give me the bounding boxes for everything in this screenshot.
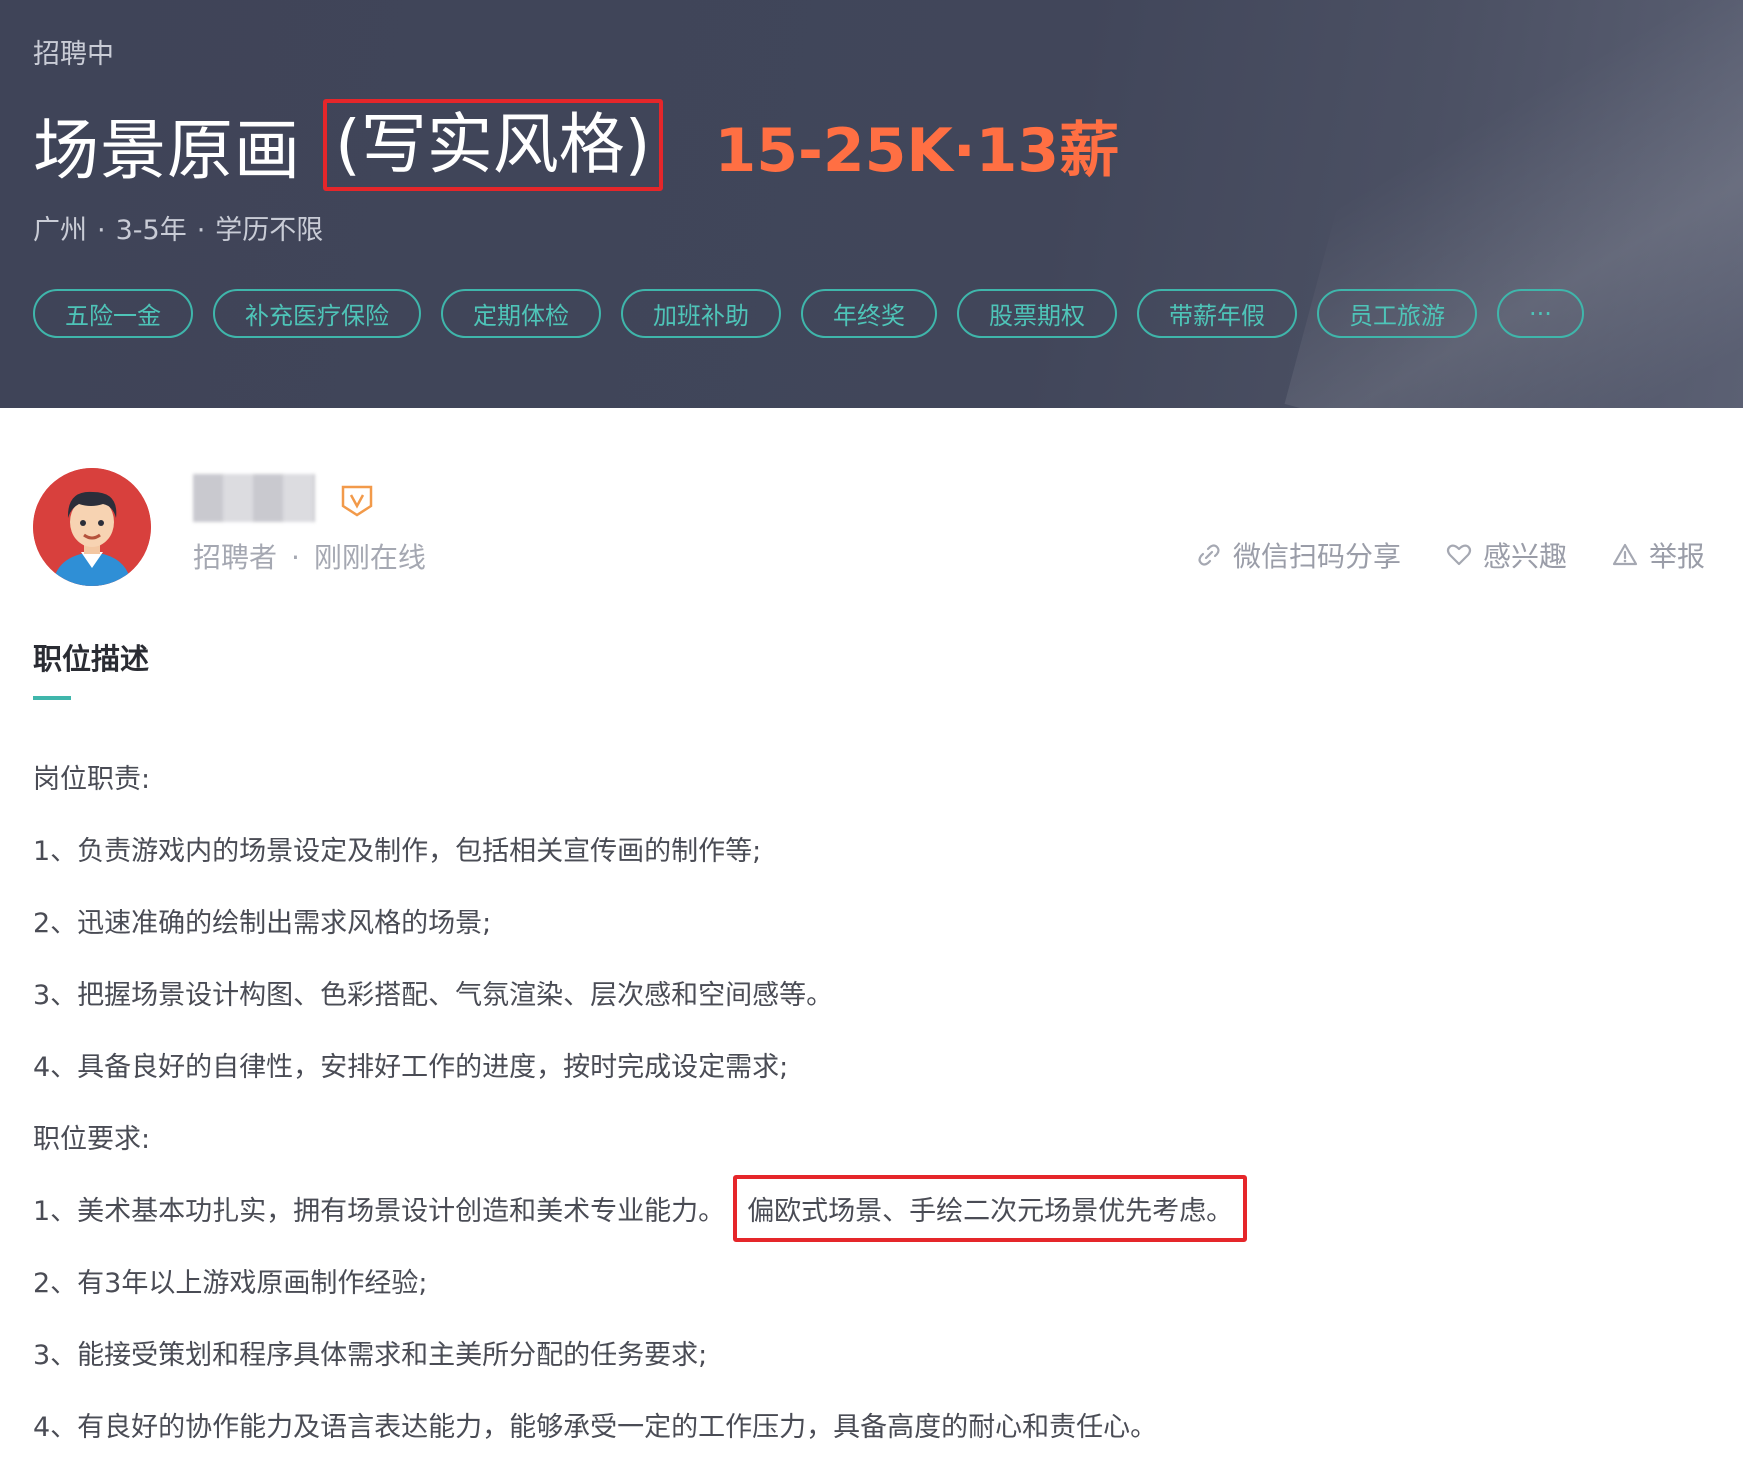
avatar-illustration — [33, 468, 151, 586]
heart-icon — [1446, 544, 1472, 566]
benefit-tag[interactable]: 加班补助 — [621, 289, 781, 338]
section-title-job-description: 职位描述 — [33, 642, 150, 676]
recruiter-meta: 招聘者 · 刚刚在线 — [193, 536, 426, 576]
job-city: 广州 — [33, 215, 87, 246]
link-icon — [1198, 544, 1220, 566]
job-description-body: 岗位职责: 1、负责游戏内的场景设定及制作，包括相关宣传画的制作等; 2、迅速准… — [33, 740, 1713, 1460]
requirements-heading: 职位要求: — [33, 1123, 151, 1155]
job-actions: 微信扫码分享 感兴趣 举报 — [1195, 535, 1705, 575]
job-title-style-highlighted: (写实风格) — [323, 98, 663, 192]
recruiter-name-blurred — [193, 474, 315, 522]
meta-separator: · — [196, 215, 206, 246]
recruiter-separator: · — [291, 541, 300, 574]
meta-separator: · — [97, 215, 106, 246]
share-wechat-button[interactable]: 微信扫码分享 — [1195, 535, 1401, 575]
benefit-tag[interactable]: 五险一金 — [33, 289, 193, 338]
recruiter-online-status: 刚刚在线 — [313, 541, 426, 574]
salary: 15-25K·13薪 — [714, 115, 1120, 186]
banner-decoration — [1284, 0, 1743, 408]
duty-item: 4、具备良好的自律性，安排好工作的进度，按时完成设定需求; — [33, 1051, 789, 1083]
duties-heading: 岗位职责: — [33, 763, 151, 795]
verified-badge-icon — [340, 484, 374, 518]
requirement-text: 1、美术基本功扎实，拥有场景设计创造和美术专业能力。 — [33, 1195, 726, 1227]
duty-item: 3、把握场景设计构图、色彩搭配、气氛渲染、层次感和空间感等。 — [33, 979, 834, 1011]
job-status: 招聘中 — [33, 39, 114, 70]
requirement-highlighted-text: 偏欧式场景、手绘二次元场景优先考虑。 — [733, 1174, 1248, 1242]
more-tags-button[interactable]: ··· — [1497, 289, 1584, 338]
share-label: 微信扫码分享 — [1232, 540, 1401, 573]
section-title-underline — [33, 696, 71, 700]
requirement-item: 2、有3年以上游戏原画制作经验; — [33, 1267, 428, 1299]
report-button[interactable]: 举报 — [1611, 535, 1705, 575]
benefit-tag[interactable]: 股票期权 — [957, 289, 1117, 338]
benefit-tag[interactable]: 定期体检 — [441, 289, 601, 338]
job-title: 场景原画 — [33, 112, 301, 189]
interest-button[interactable]: 感兴趣 — [1445, 535, 1567, 575]
benefit-tag[interactable]: 带薪年假 — [1137, 289, 1297, 338]
interest-label: 感兴趣 — [1482, 540, 1567, 573]
duty-item: 2、迅速准确的绘制出需求风格的场景; — [33, 907, 492, 939]
warning-icon — [1612, 543, 1638, 566]
job-meta: 广州 · 3-5年 · 学历不限 — [33, 208, 323, 247]
report-label: 举报 — [1648, 540, 1705, 573]
title-row: 场景原画 (写实风格) 15-25K·13薪 — [33, 95, 1119, 195]
benefit-tag[interactable]: 补充医疗保险 — [213, 289, 421, 338]
benefit-tag[interactable]: 年终奖 — [801, 289, 937, 338]
benefit-tags: 五险一金 补充医疗保险 定期体检 加班补助 年终奖 股票期权 带薪年假 员工旅游… — [33, 289, 1584, 338]
job-header-banner: 招聘中 场景原画 (写实风格) 15-25K·13薪 广州 · 3-5年 · 学历不限 … — [0, 0, 1743, 408]
recruiter-avatar[interactable] — [33, 468, 151, 586]
requirement-item: 4、有良好的协作能力及语言表达能力，能够承受一定的工作压力，具备高度的耐心和责任… — [33, 1411, 1158, 1443]
duty-item: 1、负责游戏内的场景设定及制作，包括相关宣传画的制作等; — [33, 835, 762, 867]
recruiter-role: 招聘者 — [193, 541, 278, 574]
job-education: 学历不限 — [215, 215, 324, 246]
benefit-tag[interactable]: 员工旅游 — [1317, 289, 1477, 338]
job-experience: 3-5年 — [115, 215, 187, 246]
requirement-item: 3、能接受策划和程序具体需求和主美所分配的任务要求; — [33, 1339, 708, 1371]
requirement-item: 1、美术基本功扎实，拥有场景设计创造和美术专业能力。 偏欧式场景、手绘二次元场景… — [33, 1172, 1713, 1244]
